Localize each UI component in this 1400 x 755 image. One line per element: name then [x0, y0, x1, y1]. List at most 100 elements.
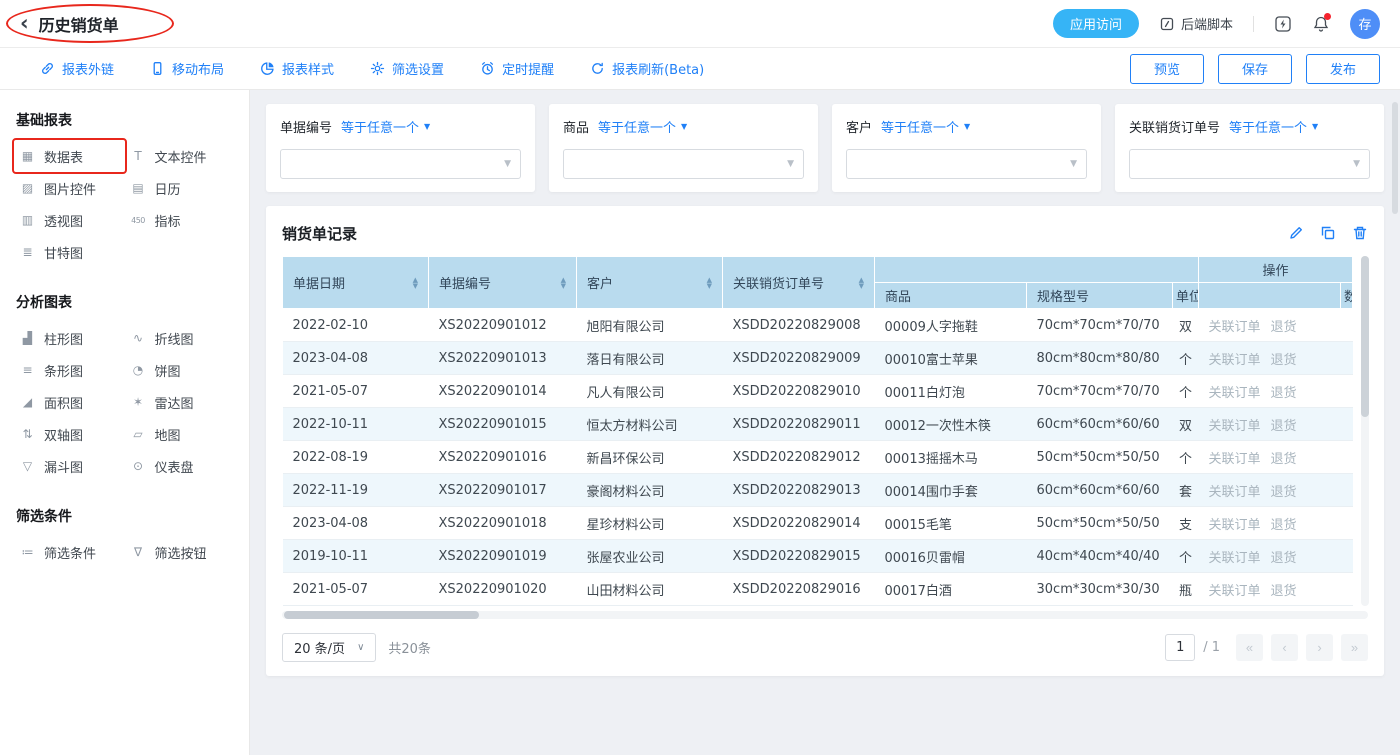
- first-page-button[interactable]: «: [1236, 634, 1263, 661]
- vertical-scrollbar-thumb[interactable]: [1361, 256, 1369, 417]
- prev-page-button[interactable]: ‹: [1271, 634, 1298, 661]
- sidebar-item-饼图[interactable]: ◔饼图: [125, 354, 236, 386]
- action-link-退货[interactable]: 退货: [1271, 551, 1297, 566]
- action-link-退货[interactable]: 退货: [1271, 584, 1297, 599]
- preview-button[interactable]: 预览: [1130, 54, 1204, 84]
- toolbar-item-筛选设置[interactable]: 筛选设置: [370, 59, 444, 78]
- cell: 00014围巾手套: [875, 474, 1027, 507]
- backend-script-label: 后端脚本: [1181, 14, 1233, 33]
- filter-value-select[interactable]: ▼: [280, 149, 521, 179]
- sidebar-item-筛选条件[interactable]: ≔筛选条件: [14, 536, 125, 568]
- sidebar-item-柱形图[interactable]: ▟ 柱形图: [14, 322, 125, 354]
- back-button[interactable]: ‹: [20, 13, 29, 34]
- filter-operator[interactable]: 等于任意一个▼: [1229, 117, 1318, 136]
- sidebar-item-透视图[interactable]: ▥透视图: [14, 204, 125, 236]
- backend-script-button[interactable]: 后端脚本: [1159, 14, 1233, 33]
- cell: 套: [1173, 474, 1199, 507]
- toolbar-item-label: 报表外链: [62, 59, 114, 78]
- edit-icon[interactable]: [1288, 225, 1304, 241]
- publish-button[interactable]: 发布: [1306, 54, 1380, 84]
- action-link-关联订单[interactable]: 关联订单: [1209, 353, 1261, 368]
- sidebar-section-title: 筛选条件: [14, 498, 235, 536]
- chevron-down-icon: ▼: [1312, 123, 1318, 131]
- save-button[interactable]: 保存: [1218, 54, 1292, 84]
- filter-value-select[interactable]: ▼: [1129, 149, 1370, 179]
- filter-operator[interactable]: 等于任意一个▼: [598, 117, 687, 136]
- column-header-商品[interactable]: 商品: [875, 283, 1027, 309]
- sidebar-item-面积图[interactable]: ◢面积图: [14, 386, 125, 418]
- sidebar-item-漏斗图[interactable]: ▽漏斗图: [14, 450, 125, 482]
- 柱形图-icon: ▟: [19, 331, 36, 345]
- page-scrollbar-thumb[interactable]: [1392, 102, 1398, 214]
- last-page-button[interactable]: »: [1341, 634, 1368, 661]
- column-header-关联销货订单号[interactable]: 关联销货订单号▲▼: [723, 257, 875, 309]
- avatar[interactable]: 存: [1350, 9, 1380, 39]
- plugin-icon[interactable]: [1274, 15, 1292, 33]
- sidebar-item-label: 筛选按钮: [155, 543, 207, 562]
- action-link-退货[interactable]: 退货: [1271, 353, 1297, 368]
- cell: 60cm*60cm*60/60: [1027, 408, 1173, 441]
- total-count: 共20条: [388, 638, 431, 657]
- column-header-单据编号[interactable]: 单据编号▲▼: [429, 257, 577, 309]
- sidebar-item-条形图[interactable]: ≡条形图: [14, 354, 125, 386]
- main-content: 单据编号等于任意一个▼▼商品等于任意一个▼▼客户等于任意一个▼▼关联销货订单号等…: [250, 90, 1400, 755]
- sidebar-item-label: 柱形图: [44, 329, 83, 348]
- sidebar-item-筛选按钮[interactable]: ∇筛选按钮: [125, 536, 236, 568]
- chevron-down-icon: ▼: [424, 123, 430, 131]
- sidebar-item-文本控件[interactable]: T文本控件: [125, 140, 236, 172]
- action-link-关联订单[interactable]: 关联订单: [1209, 485, 1261, 500]
- action-link-关联订单[interactable]: 关联订单: [1209, 452, 1261, 467]
- filter-operator[interactable]: 等于任意一个▼: [341, 117, 430, 136]
- sort-icon[interactable]: ▲▼: [561, 277, 566, 289]
- action-link-退货[interactable]: 退货: [1271, 518, 1297, 533]
- horizontal-scrollbar-thumb[interactable]: [284, 611, 479, 619]
- action-link-退货[interactable]: 退货: [1271, 386, 1297, 401]
- table-card-header: 销货单记录: [282, 218, 1368, 248]
- action-link-退货[interactable]: 退货: [1271, 320, 1297, 335]
- action-link-关联订单[interactable]: 关联订单: [1209, 419, 1261, 434]
- toolbar-item-报表样式[interactable]: 报表样式: [260, 59, 334, 78]
- action-link-退货[interactable]: 退货: [1271, 485, 1297, 500]
- sidebar-item-甘特图[interactable]: ≣甘特图: [14, 236, 125, 268]
- sidebar-item-数据表[interactable]: ▦数据表: [14, 140, 125, 172]
- sidebar-item-指标[interactable]: 450指标: [125, 204, 236, 236]
- sidebar-item-双轴图[interactable]: ⇅双轴图: [14, 418, 125, 450]
- column-header-客户[interactable]: 客户▲▼: [577, 257, 723, 309]
- toolbar-item-移动布局[interactable]: 移动布局: [150, 59, 224, 78]
- action-link-关联订单[interactable]: 关联订单: [1209, 518, 1261, 533]
- column-header-单据日期[interactable]: 单据日期▲▼: [283, 257, 429, 309]
- filter-value-select[interactable]: ▼: [563, 149, 804, 179]
- horizontal-scrollbar[interactable]: [282, 611, 1368, 619]
- sidebar-item-折线图[interactable]: ∿折线图: [125, 322, 236, 354]
- action-link-关联订单[interactable]: 关联订单: [1209, 386, 1261, 401]
- app-access-button[interactable]: 应用访问: [1053, 9, 1139, 38]
- action-link-关联订单[interactable]: 关联订单: [1209, 551, 1261, 566]
- sort-icon[interactable]: ▲▼: [859, 277, 864, 289]
- toolbar-item-报表外链[interactable]: 报表外链: [40, 59, 114, 78]
- column-header-规格型号[interactable]: 规格型号: [1027, 283, 1173, 309]
- filter-operator[interactable]: 等于任意一个▼: [881, 117, 970, 136]
- action-link-关联订单[interactable]: 关联订单: [1209, 584, 1261, 599]
- notification-bell-icon[interactable]: [1312, 15, 1330, 33]
- sort-icon[interactable]: ▲▼: [707, 277, 712, 289]
- column-header-单位[interactable]: 单位: [1173, 283, 1199, 309]
- filter-value-select[interactable]: ▼: [846, 149, 1087, 179]
- sidebar-item-雷达图[interactable]: ✶雷达图: [125, 386, 236, 418]
- toolbar-item-报表刷新(Beta)[interactable]: 报表刷新(Beta): [590, 59, 704, 78]
- sidebar-item-日历[interactable]: ▤日历: [125, 172, 236, 204]
- action-link-退货[interactable]: 退货: [1271, 452, 1297, 467]
- vertical-scrollbar[interactable]: [1361, 256, 1369, 606]
- toolbar-item-定时提醒[interactable]: 定时提醒: [480, 59, 554, 78]
- action-link-关联订单[interactable]: 关联订单: [1209, 320, 1261, 335]
- delete-icon[interactable]: [1352, 225, 1368, 241]
- sidebar-item-label: 折线图: [155, 329, 194, 348]
- sidebar-item-仪表盘[interactable]: ⊙仪表盘: [125, 450, 236, 482]
- current-page-input[interactable]: 1: [1165, 634, 1195, 661]
- sort-icon[interactable]: ▲▼: [413, 277, 418, 289]
- next-page-button[interactable]: ›: [1306, 634, 1333, 661]
- sidebar-item-图片控件[interactable]: ▨图片控件: [14, 172, 125, 204]
- copy-icon[interactable]: [1320, 225, 1336, 241]
- page-size-select[interactable]: 20 条/页 ∨: [282, 633, 376, 662]
- sidebar-item-地图[interactable]: ▱地图: [125, 418, 236, 450]
- action-link-退货[interactable]: 退货: [1271, 419, 1297, 434]
